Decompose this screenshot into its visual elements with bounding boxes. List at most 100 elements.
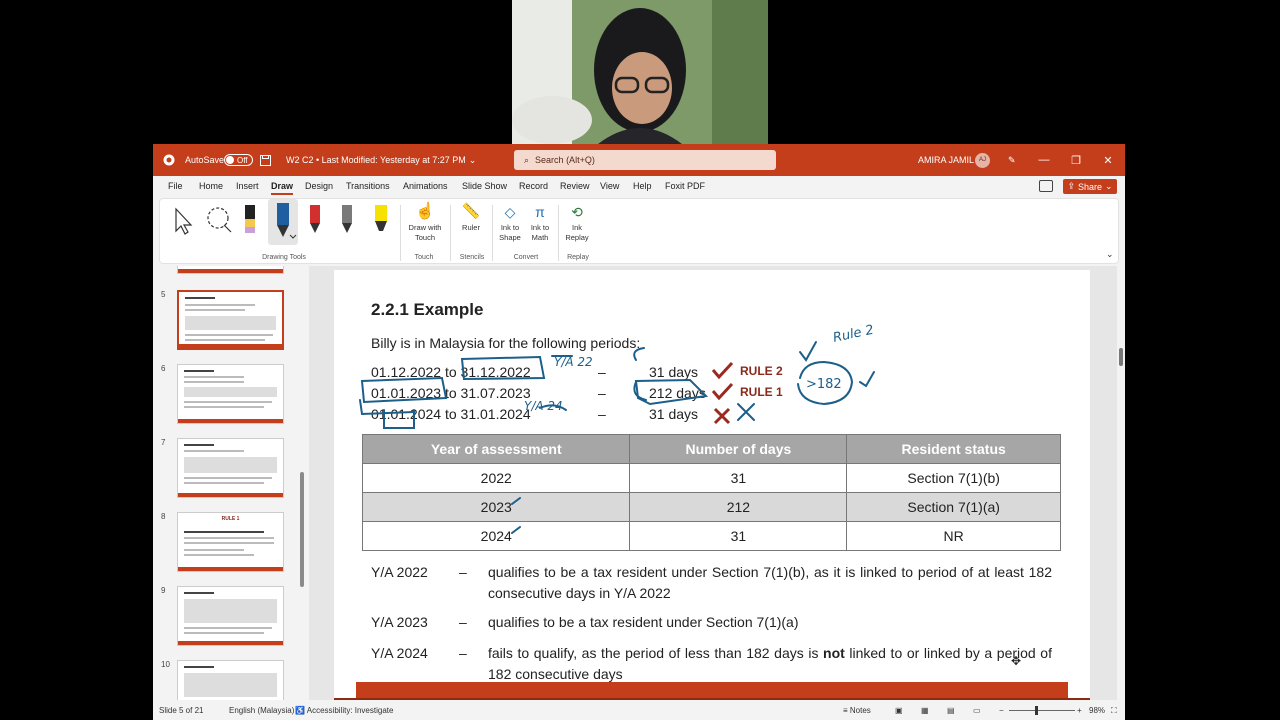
shapes-icon: ◇ (504, 204, 516, 220)
slide-thumbnail[interactable] (177, 586, 284, 646)
slide-counter: Slide 5 of 21 (159, 706, 204, 715)
autosave-label: AutoSave (185, 155, 225, 165)
svg-text:Rule 2: Rule 2 (832, 323, 876, 346)
menu-foxit-pdf[interactable]: Foxit PDF (665, 181, 705, 191)
avatar[interactable]: AJ (975, 144, 990, 176)
menu-draw[interactable]: Draw (271, 181, 294, 195)
slideshow-icon[interactable]: ▭ (973, 706, 981, 715)
menu-record[interactable]: Record (519, 181, 548, 191)
menu-view[interactable]: View (600, 181, 619, 191)
reading-view-icon[interactable]: ▤ (947, 706, 955, 715)
period-line: 01.01.2024 to 31.01.2024 – 31 days (371, 406, 699, 422)
zoom-slider-thumb[interactable] (1035, 706, 1038, 715)
pencil-gray-icon[interactable] (340, 203, 354, 238)
menu-home[interactable]: Home (199, 181, 223, 191)
autosave-toggle[interactable]: Off (224, 144, 253, 176)
group-convert: Convert (513, 254, 539, 261)
save-icon[interactable] (260, 144, 271, 176)
slide-thumbnail[interactable] (177, 364, 284, 424)
scroll-thumb[interactable] (1119, 348, 1123, 366)
share-button[interactable]: ⇪ Share ⌄ (1063, 179, 1117, 194)
pen-icon[interactable]: ✎ (1008, 144, 1016, 176)
explanation-ya-2023: Y/A 2023 – qualifies to be a tax residen… (371, 614, 799, 630)
slide-thumbnail[interactable] (177, 438, 284, 498)
ribbon-separator (558, 205, 559, 261)
slide-number: 10 (161, 660, 170, 669)
title-bar: AutoSave Off W2 C2 • Last Modified: Yest… (153, 144, 1125, 176)
language-status[interactable]: English (Malaysia) (229, 706, 294, 715)
table-row: 2024 31 NR (361, 521, 1061, 551)
explanation-ya-2022: Y/A 2022 – qualifies to be a tax residen… (371, 564, 1052, 601)
menu-insert[interactable]: Insert (236, 181, 259, 191)
slide-number: 9 (161, 586, 166, 595)
slide-scrollbar[interactable] (1117, 266, 1125, 700)
slide-thumbnail-selected[interactable] (177, 290, 284, 350)
ink-replay-button[interactable]: ⟲ Ink Replay (563, 201, 591, 243)
table-header: Year of assessment (361, 434, 631, 464)
rule-2-label: RULE 2 (740, 364, 783, 378)
group-touch: Touch (414, 254, 434, 261)
slide-number: 7 (161, 438, 166, 447)
zoom-slider[interactable] (1009, 710, 1075, 711)
pen-black-icon[interactable] (268, 199, 298, 245)
comments-icon[interactable] (1039, 180, 1053, 192)
ruler-icon: 📏 (461, 203, 481, 220)
user-name: AMIRA JAMIL (918, 155, 975, 165)
status-bar: Slide 5 of 21 English (Malaysia) ♿ Acces… (153, 700, 1125, 720)
file-title[interactable]: W2 C2 • Last Modified: Yesterday at 7:27… (286, 144, 476, 176)
slide-thumbnail-pane: 5 6 7 8 RULE 1 9 10 (153, 266, 309, 700)
ink-to-math-button[interactable]: π Ink to Math (526, 201, 554, 243)
slide-canvas[interactable]: 2.2.1 Example Billy is in Malaysia for t… (334, 270, 1090, 700)
move-cursor-icon: ✥ (1011, 654, 1022, 668)
fit-slide-icon[interactable]: ⛶ (1111, 706, 1117, 716)
eraser-icon[interactable] (242, 203, 258, 238)
slide-editor: 2.2.1 Example Billy is in Malaysia for t… (309, 266, 1117, 700)
menu-transitions[interactable]: Transitions (346, 181, 390, 191)
highlighter-yellow-icon[interactable] (372, 203, 390, 238)
search-input[interactable]: ⌕ Search (Alt+Q) (514, 150, 776, 170)
table-row: 2023 212 Section 7(1)(a) (361, 492, 1061, 522)
table-row: 2022 31 Section 7(1)(b) (361, 463, 1061, 493)
period-line: 01.01.2023 to 31.07.2023 – 212 days (371, 385, 706, 401)
select-arrow-icon[interactable] (172, 207, 194, 238)
pen-red-icon[interactable] (308, 203, 322, 238)
menu-slide-show[interactable]: Slide Show (462, 181, 507, 191)
notes-button[interactable]: ≡ Notes (843, 706, 871, 715)
zoom-level[interactable]: 98% (1089, 706, 1105, 715)
powerpoint-window: AutoSave Off W2 C2 • Last Modified: Yest… (153, 144, 1125, 720)
share-icon: ⇪ (1067, 181, 1075, 191)
accessibility-status[interactable]: ♿ Accessibility: Investigate (295, 706, 393, 715)
slide-thumbnail[interactable] (177, 266, 284, 274)
restore-icon[interactable]: ❐ (1060, 144, 1092, 176)
slide-sorter-icon[interactable]: ▦ (921, 706, 929, 715)
slide-thumbnail[interactable] (177, 660, 284, 700)
draw-with-touch-button[interactable]: ☝ Draw with Touch (404, 201, 446, 243)
menu-design[interactable]: Design (305, 181, 333, 191)
svg-text:>182: >182 (806, 377, 842, 392)
accessibility-icon: ♿ (295, 706, 305, 715)
menu-animations[interactable]: Animations (403, 181, 448, 191)
ribbon-collapse-icon[interactable]: ⌄ (1106, 249, 1114, 259)
zoom-out-icon[interactable]: − (999, 706, 1004, 715)
minimize-icon[interactable]: — (1028, 144, 1060, 176)
ribbon-separator (450, 205, 451, 261)
check-cross-marks (711, 361, 734, 425)
ruler-button[interactable]: 📏 Ruler (456, 201, 486, 233)
slide-thumbnail[interactable]: RULE 1 (177, 512, 284, 572)
slide-number: 6 (161, 364, 166, 373)
webcam-video (512, 0, 768, 144)
math-pi-icon: π (535, 204, 545, 220)
resident-status-table: Year of assessment Number of days Reside… (361, 434, 1061, 551)
close-icon[interactable]: ✕ (1092, 144, 1124, 176)
ink-to-shape-button[interactable]: ◇ Ink to Shape (496, 201, 524, 243)
table-header: Number of days (629, 434, 848, 464)
menu-review[interactable]: Review (560, 181, 590, 191)
menu-help[interactable]: Help (633, 181, 652, 191)
normal-view-icon[interactable]: ▣ (895, 706, 903, 715)
thumbnail-scrollbar[interactable] (300, 472, 304, 587)
menu-file[interactable]: File (168, 181, 183, 191)
slide-number: 5 (161, 290, 166, 299)
lasso-select-icon[interactable] (204, 205, 234, 238)
group-drawing-tools: Drawing Tools (262, 254, 306, 261)
zoom-in-icon[interactable]: + (1077, 706, 1082, 715)
